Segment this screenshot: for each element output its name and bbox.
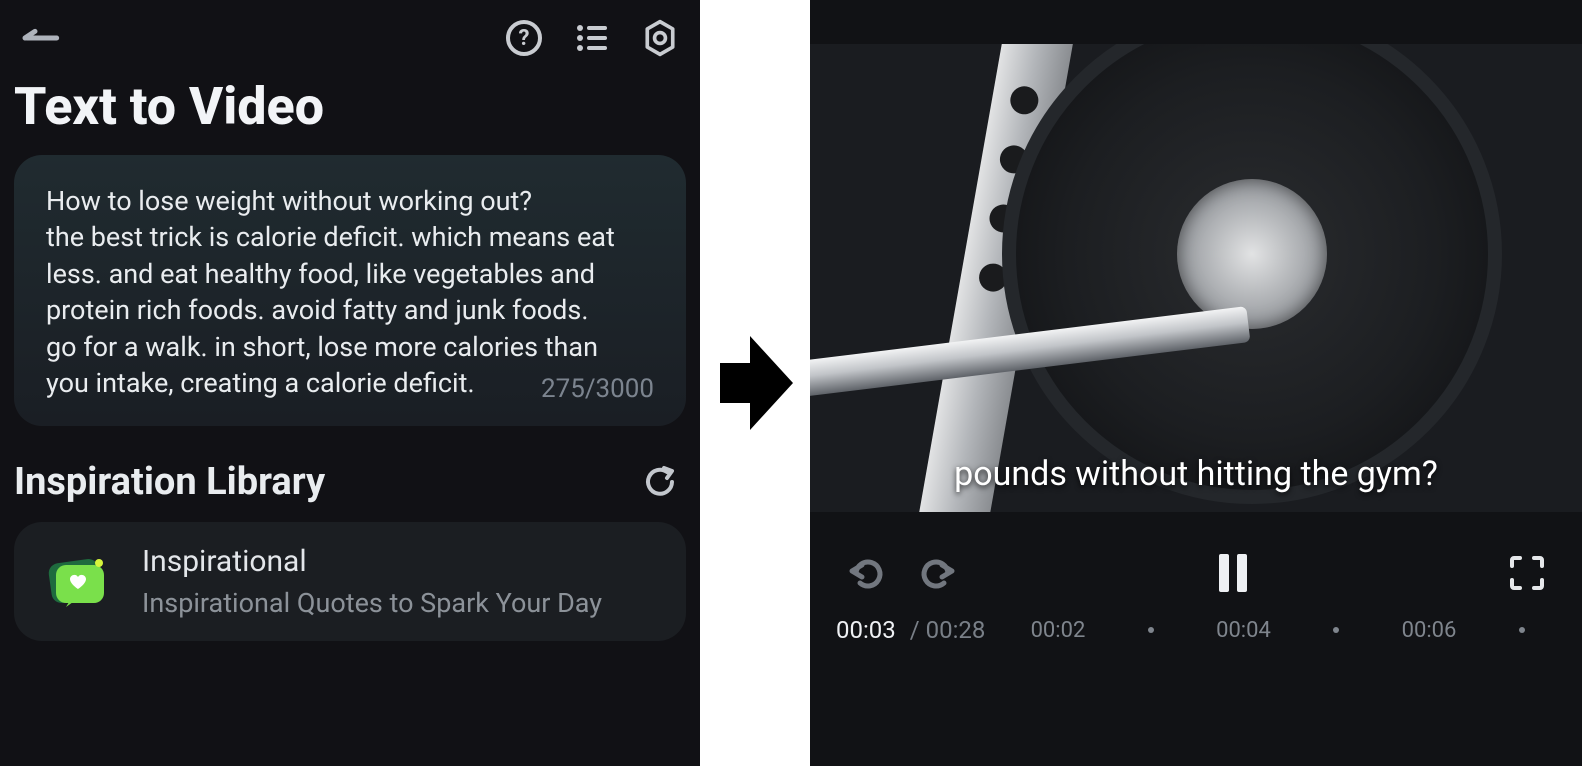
char-counter: 275/3000 [541,374,654,404]
settings-hex-icon [640,16,680,60]
inspiration-title: Inspiration Library [14,460,325,504]
back-button[interactable] [20,18,60,58]
timeline-dot [1148,627,1154,633]
help-button[interactable]: ? [504,18,544,58]
fullscreen-button[interactable] [1508,554,1546,592]
back-arrow-icon [20,26,60,50]
inspiration-card-subtitle: Inspirational Quotes to Spark Your Day [142,587,602,619]
inspiration-card-title: Inspirational [142,544,602,579]
player-controls [810,512,1582,602]
list-button[interactable] [572,18,612,58]
help-icon: ? [504,18,544,58]
text-input-content[interactable]: How to lose weight without working out? … [46,183,624,402]
refresh-button[interactable] [642,464,678,500]
topbar: ? [0,0,700,68]
redo-icon [916,555,958,591]
video-caption: pounds without hitting the gym? [810,454,1582,494]
timeline[interactable]: 00:03 / 00:28 00:02 00:04 00:06 [810,602,1582,664]
inspiration-text: Inspirational Inspirational Quotes to Sp… [142,544,602,619]
timeline-mark: 00:06 [1402,618,1457,643]
timeline-mark: 00:02 [1031,618,1086,643]
timeline-marks: 00:02 00:04 00:06 [999,618,1556,643]
right-arrow-icon [715,328,795,438]
text-input-card[interactable]: How to lose weight without working out? … [14,155,686,426]
video-preview[interactable]: pounds without hitting the gym? [810,44,1582,512]
svg-text:?: ? [519,26,530,51]
video-editor-panel: pounds without hitting the gym? [810,0,1582,766]
arrow-divider [700,0,810,766]
fullscreen-icon [1508,554,1546,592]
pause-icon [1215,552,1251,594]
settings-button[interactable] [640,18,680,58]
timeline-dot [1519,627,1525,633]
undo-button[interactable] [846,555,888,591]
play-pause-button[interactable] [1215,552,1251,594]
list-icon [572,18,612,58]
timeline-dot [1333,627,1339,633]
time-current: 00:03 [836,616,896,644]
time-total: / 00:28 [910,616,986,644]
video-scene [810,44,1582,512]
page-title: Text to Video [0,68,700,155]
text-to-video-panel: ? Text to Video [0,0,700,766]
redo-button[interactable] [916,555,958,591]
undo-icon [846,555,888,591]
inspiration-card-icon [42,545,114,617]
timeline-mark: 00:04 [1216,618,1271,643]
refresh-icon [642,464,678,500]
inspiration-card[interactable]: Inspirational Inspirational Quotes to Sp… [14,522,686,641]
inspiration-header: Inspiration Library [0,426,700,522]
chat-heart-icon [42,545,114,617]
